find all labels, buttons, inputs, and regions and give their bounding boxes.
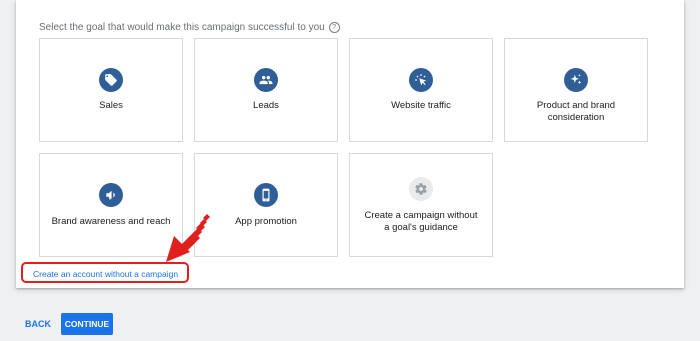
goal-tile-website-traffic[interactable]: Website traffic (349, 38, 493, 142)
megaphone-icon (99, 183, 123, 207)
goal-prompt: Select the goal that would make this cam… (39, 22, 340, 33)
goal-label: Brand awareness and reach (51, 216, 171, 227)
back-button[interactable]: BACK (25, 319, 51, 329)
goal-label: Website traffic (391, 100, 451, 111)
goal-tile-no-goal-guidance[interactable]: Create a campaign without a goal's guida… (349, 153, 493, 257)
help-icon[interactable]: ? (328, 22, 340, 33)
continue-button[interactable]: CONTINUE (61, 313, 113, 335)
goal-tile-leads[interactable]: Leads (194, 38, 338, 142)
phone-icon (254, 183, 278, 207)
tag-icon (99, 68, 123, 92)
goal-label: App promotion (235, 216, 297, 227)
goal-label: Sales (99, 100, 123, 111)
red-arrow-annotation (166, 214, 210, 262)
sparkle-icon (564, 68, 588, 92)
goal-label: Create a campaign without a goal's guida… (364, 210, 478, 233)
people-icon (254, 68, 278, 92)
goal-prompt-text: Select the goal that would make this cam… (39, 22, 325, 33)
cursor-click-icon (409, 68, 433, 92)
goal-label: Leads (253, 100, 279, 111)
goal-tile-product-brand-consideration[interactable]: Product and brand consideration (504, 38, 648, 142)
goal-label: Product and brand consideration (536, 100, 616, 123)
goal-tile-sales[interactable]: Sales (39, 38, 183, 142)
gear-icon (409, 177, 433, 201)
create-account-without-campaign-link[interactable]: Create an account without a campaign (33, 269, 178, 279)
